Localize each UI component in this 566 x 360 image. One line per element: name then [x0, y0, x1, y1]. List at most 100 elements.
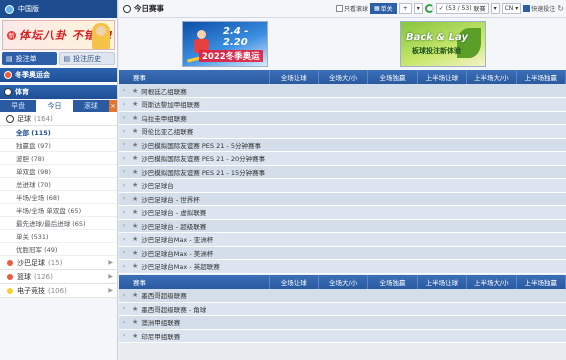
league-header[interactable]: › ★ 沙巴足球台: [119, 180, 566, 190]
language-select[interactable]: CN ▾: [501, 3, 522, 14]
chevron-right-icon[interactable]: ›: [123, 236, 129, 243]
league-header[interactable]: › ★ 沙巴足球台 - 虚拟联赛: [119, 207, 566, 217]
chevron-right-icon[interactable]: ›: [123, 155, 129, 162]
league-header[interactable]: › ★ 乌拉圭甲组联赛: [119, 113, 566, 123]
winter-olympics-section[interactable]: 冬季奥运会: [0, 68, 117, 82]
favorite-star-icon[interactable]: ★: [132, 154, 138, 162]
chevron-right-icon[interactable]: ›: [123, 222, 129, 229]
league-row[interactable]: › ★ 乌拉圭甲组联赛: [119, 111, 566, 125]
favorite-star-icon[interactable]: ★: [132, 305, 138, 313]
football-header[interactable]: 足球 (164): [0, 112, 117, 126]
chevron-right-icon[interactable]: ›: [123, 305, 129, 312]
market-item-half-full-odd-even[interactable]: 半场/全场 单双盘 (65): [0, 204, 117, 217]
favorite-star-icon[interactable]: ★: [132, 168, 138, 176]
tab-today[interactable]: 今日: [36, 100, 73, 112]
winter-olympics-banner[interactable]: 2.4 - 2.20 2022冬季奥运: [182, 21, 268, 67]
league-header[interactable]: › ★ 沙巴模拟国际友谊赛 PES 21 - 5分钟赛事: [119, 140, 566, 150]
sport-item-saba-football[interactable]: 沙巴足球 (15) ▶: [0, 256, 117, 270]
chevron-right-icon[interactable]: ›: [123, 114, 129, 121]
chevron-right-icon[interactable]: ›: [123, 263, 129, 270]
chevron-right-icon[interactable]: ›: [123, 168, 129, 175]
favorite-star-icon[interactable]: ★: [132, 332, 138, 340]
chevron-right-icon[interactable]: ›: [123, 332, 129, 339]
favorite-star-icon[interactable]: ★: [132, 249, 138, 257]
odds-type-select[interactable]: ▾: [490, 3, 500, 14]
tab-early[interactable]: 早盘: [0, 100, 36, 112]
single-bet-button[interactable]: ▦ 单关: [369, 3, 397, 14]
market-item-moneyline[interactable]: 独赢盘 (97): [0, 139, 117, 152]
favorite-star-icon[interactable]: ★: [132, 262, 138, 270]
league-row[interactable]: › ★ 沙巴足球台 - 世界杯: [119, 192, 566, 206]
chevron-right-icon[interactable]: ›: [123, 319, 129, 326]
market-item-first-last-goal[interactable]: 最先进球/最后进球 (65): [0, 217, 117, 230]
bet-slip-button[interactable]: ▤ 投注单: [2, 52, 57, 65]
league-row[interactable]: › ★ 澳洲甲组联赛: [119, 315, 566, 330]
quick-bet-toggle[interactable]: 快速投注: [523, 4, 555, 13]
league-header[interactable]: › ★ 澳洲甲组联赛: [119, 317, 566, 327]
league-header[interactable]: › ★ 沙巴模拟国际友谊赛 PES 21 - 15分钟赛事: [119, 167, 566, 177]
cricket-banner[interactable]: Back & Lay 板球投注新体验: [400, 21, 486, 67]
favorite-star-icon[interactable]: ★: [132, 195, 138, 203]
chevron-right-icon[interactable]: ›: [123, 101, 129, 108]
favorite-star-icon[interactable]: ★: [132, 114, 138, 122]
market-item-correct-score[interactable]: 波胆 (78): [0, 152, 117, 165]
league-header[interactable]: › ★ 沙巴足球台 - 超级联赛: [119, 221, 566, 231]
favorite-star-icon[interactable]: ★: [132, 318, 138, 326]
market-item-total-goals[interactable]: 总进球 (70): [0, 178, 117, 191]
sport-item-esports[interactable]: 电子竞技 (106) ▶: [0, 284, 117, 298]
league-header[interactable]: › ★ 哥斯达黎加甲组联赛: [119, 99, 566, 109]
chevron-right-icon[interactable]: ›: [123, 182, 129, 189]
chevron-right-icon[interactable]: ›: [123, 195, 129, 202]
market-item-half-full[interactable]: 半场/全场 (68): [0, 191, 117, 204]
expand-button[interactable]: +: [398, 3, 412, 14]
favorite-star-icon[interactable]: ★: [132, 235, 138, 243]
chevron-right-icon[interactable]: ›: [123, 249, 129, 256]
chevron-right-icon[interactable]: ›: [123, 141, 129, 148]
chevron-right-icon[interactable]: ›: [123, 292, 129, 299]
favorite-star-icon[interactable]: ★: [132, 208, 138, 216]
close-tabs-icon[interactable]: ✕: [108, 100, 117, 112]
league-header[interactable]: › ★ 沙巴足球台Max - 美洲杯: [119, 248, 566, 258]
chevron-right-icon[interactable]: ›: [123, 128, 129, 135]
chevron-right-icon[interactable]: ›: [123, 209, 129, 216]
league-header[interactable]: › ★ 墨西哥超级联赛: [119, 290, 566, 300]
sport-item-basketball[interactable]: 篮球 (126) ▶: [0, 270, 117, 284]
league-row[interactable]: › ★ 沙巴足球台 - 超级联赛: [119, 219, 566, 233]
league-row[interactable]: › ★ 沙巴足球台 - 虚拟联赛: [119, 205, 566, 220]
market-item-odd-even[interactable]: 单双盘 (98): [0, 165, 117, 178]
sort-select[interactable]: ▾: [413, 3, 423, 14]
league-row[interactable]: › ★ 沙巴足球台Max - 亚洲杯: [119, 232, 566, 247]
refresh-icon[interactable]: ↻: [557, 4, 564, 13]
favorite-star-icon[interactable]: ★: [132, 291, 138, 299]
favorite-star-icon[interactable]: ★: [132, 127, 138, 135]
favorite-star-icon[interactable]: ★: [132, 222, 138, 230]
league-row[interactable]: › ★ 沙巴足球台: [119, 178, 566, 193]
league-row[interactable]: › ★ 沙巴足球台Max - 美洲杯: [119, 246, 566, 260]
chevron-right-icon[interactable]: ›: [123, 87, 129, 94]
league-row[interactable]: › ★ 墨西哥超级联赛 - 角球: [119, 302, 566, 316]
league-header[interactable]: › ★ 阿根廷乙组联赛: [119, 86, 566, 96]
league-row[interactable]: › ★ 沙巴模拟国际友谊赛 PES 21 - 20分钟赛事: [119, 151, 566, 166]
favorite-star-icon[interactable]: ★: [132, 181, 138, 189]
league-header[interactable]: › ★ 印尼甲组联赛: [119, 331, 566, 341]
refresh-ring-icon[interactable]: [424, 4, 434, 13]
league-header[interactable]: › ★ 沙巴足球台Max - 英超联赛: [119, 261, 566, 271]
league-row[interactable]: › ★ 阿根廷乙组联赛: [119, 84, 566, 98]
league-row[interactable]: › ★ 印尼甲组联赛: [119, 329, 566, 343]
market-item-single[interactable]: 单关 (531): [0, 230, 117, 243]
market-item-outright[interactable]: 优胜冠军 (49): [0, 243, 117, 256]
league-header[interactable]: › ★ 沙巴模拟国际友谊赛 PES 21 - 20分钟赛事: [119, 153, 566, 163]
league-header[interactable]: › ★ 沙巴足球台 - 世界杯: [119, 194, 566, 204]
league-filter[interactable]: ✓ (53 / 53) 联赛: [435, 3, 489, 14]
league-header[interactable]: › ★ 墨西哥超级联赛 - 角球: [119, 304, 566, 314]
tab-live[interactable]: 滚球: [73, 100, 109, 112]
bet-history-button[interactable]: ▤ 投注历史: [58, 52, 115, 65]
league-row[interactable]: › ★ 哥伦比亚乙组联赛: [119, 124, 566, 139]
sports-section[interactable]: 体育: [0, 85, 117, 99]
promo-banner[interactable]: 新 体坛八卦 不错过!: [2, 20, 115, 50]
league-row[interactable]: › ★ 沙巴模拟国际友谊赛 PES 21 - 15分钟赛事: [119, 165, 566, 179]
league-row[interactable]: › ★ 沙巴足球台Max - 英超联赛: [119, 259, 566, 274]
league-row[interactable]: › ★ 墨西哥超级联赛: [119, 288, 566, 303]
favorite-star-icon[interactable]: ★: [132, 100, 138, 108]
market-item-all[interactable]: 全部 (115): [0, 126, 117, 139]
